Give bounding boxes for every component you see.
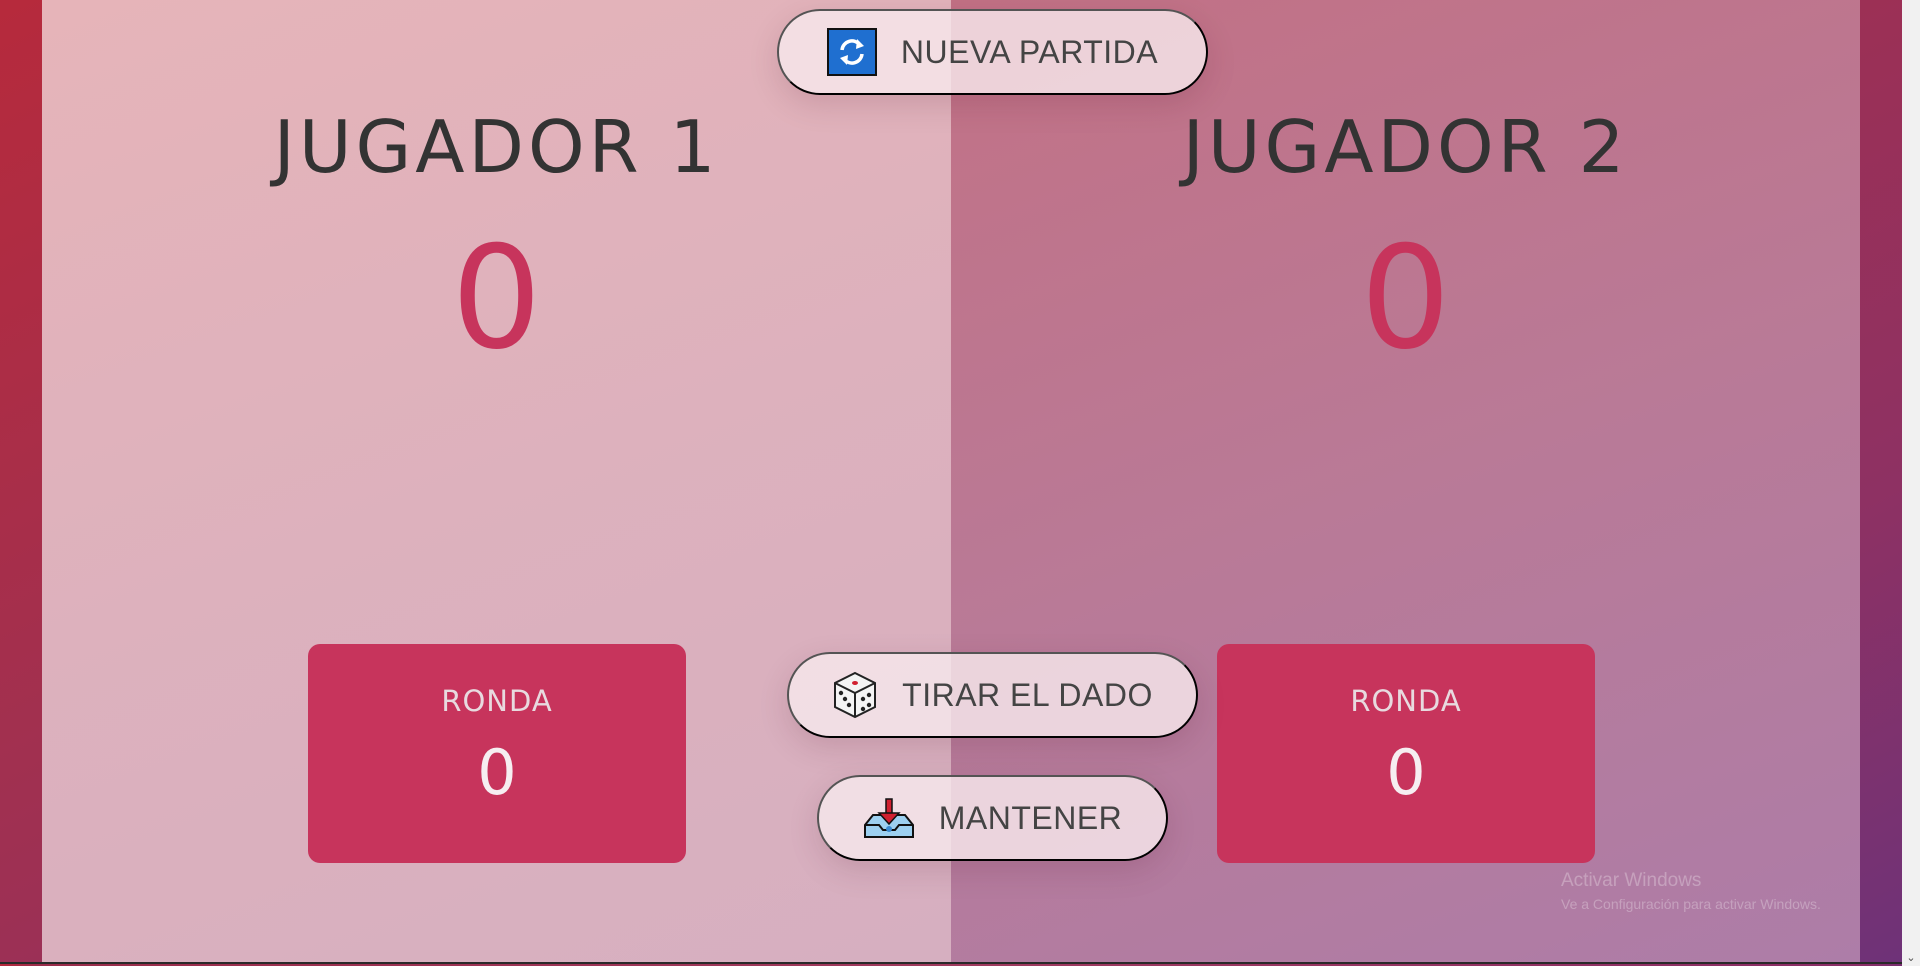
player-1-total-score: 0 <box>451 216 542 381</box>
player-2-round-score: 0 <box>1386 736 1426 809</box>
new-game-label: NUEVA PARTIDA <box>900 33 1159 70</box>
hold-label: MANTENER <box>938 799 1123 836</box>
player-1-panel: JUGADOR 1 0 RONDA 0 <box>42 0 951 964</box>
roll-dice-button[interactable]: TIRAR EL DADO <box>787 652 1198 738</box>
game-board: JUGADOR 1 0 RONDA 0 JUGADOR 2 0 RONDA 0 <box>42 0 1860 964</box>
dice-icon <box>832 671 878 719</box>
roll-dice-label: TIRAR EL DADO <box>902 676 1153 713</box>
player-2-total-score: 0 <box>1360 216 1451 381</box>
scroll-down-arrow-icon[interactable]: ⌄ <box>1902 948 1920 966</box>
scrollbar-thumb[interactable] <box>1904 0 1918 880</box>
hold-button[interactable]: MANTENER <box>817 775 1168 861</box>
inbox-tray-icon <box>863 797 915 839</box>
player-1-round-label: RONDA <box>441 684 553 718</box>
player-2-round-box: RONDA 0 <box>1217 644 1595 863</box>
vertical-scrollbar[interactable]: ⌄ <box>1902 0 1920 966</box>
app-viewport: JUGADOR 1 0 RONDA 0 JUGADOR 2 0 RONDA 0 <box>0 0 1902 964</box>
player-1-name: JUGADOR 1 <box>273 105 720 189</box>
player-2-round-label: RONDA <box>1350 684 1462 718</box>
bottom-edge <box>0 962 1902 964</box>
windows-activation-watermark: Activar Windows Ve a Configuración para … <box>1561 870 1821 912</box>
new-game-button[interactable]: NUEVA PARTIDA <box>777 9 1208 95</box>
player-1-round-box: RONDA 0 <box>308 644 686 863</box>
player-2-name: JUGADOR 2 <box>1182 105 1629 189</box>
watermark-subtitle: Ve a Configuración para activar Windows. <box>1561 896 1821 912</box>
player-1-round-score: 0 <box>477 736 517 809</box>
watermark-title: Activar Windows <box>1561 870 1702 891</box>
refresh-icon <box>826 28 877 76</box>
